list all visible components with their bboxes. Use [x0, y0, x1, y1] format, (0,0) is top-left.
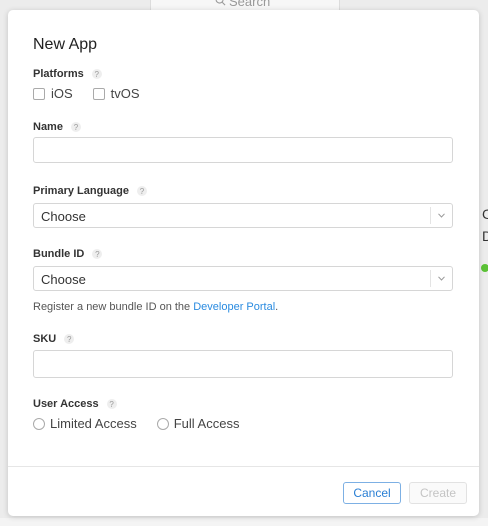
platform-ios-checkbox[interactable]: iOS — [33, 86, 73, 101]
hint-text: Register a new bundle ID on the — [33, 301, 194, 313]
platforms-label-text: Platforms — [33, 68, 84, 80]
help-icon[interactable]: ? — [70, 122, 81, 132]
platforms-label: Platforms ? — [33, 68, 102, 80]
name-label-text: Name — [33, 121, 63, 133]
primary-language-value: Choose — [41, 209, 86, 224]
bundle-id-label: Bundle ID ? — [33, 248, 103, 260]
bundle-id-label-text: Bundle ID — [33, 248, 85, 260]
bundle-id-select[interactable]: Choose — [33, 266, 453, 291]
limited-access-label: Limited Access — [50, 416, 137, 431]
bundle-id-value: Choose — [41, 272, 86, 287]
search-icon — [215, 0, 226, 9]
background-side-text: C — [482, 206, 488, 222]
platform-tvos-checkbox[interactable]: tvOS — [92, 86, 140, 101]
status-dot — [481, 264, 488, 272]
full-access-label: Full Access — [173, 416, 240, 431]
help-icon[interactable]: ? — [91, 69, 102, 79]
name-input[interactable] — [33, 137, 453, 163]
help-icon[interactable]: ? — [64, 334, 75, 344]
radio-icon[interactable] — [33, 417, 45, 430]
radio-icon[interactable] — [156, 417, 169, 430]
primary-language-label-text: Primary Language — [33, 185, 129, 197]
developer-portal-link[interactable]: Developer Portal — [193, 301, 275, 313]
user-access-label: User Access ? — [33, 398, 117, 410]
checkbox-icon[interactable] — [92, 87, 105, 100]
limited-access-radio[interactable]: Limited Access — [33, 416, 137, 431]
dialog-title: New App — [33, 36, 98, 53]
background-footer — [0, 518, 488, 526]
platform-ios-label: iOS — [51, 86, 73, 101]
sku-label: SKU ? — [33, 333, 75, 345]
checkbox-icon[interactable] — [33, 87, 45, 100]
name-label: Name ? — [33, 121, 81, 133]
bundle-id-hint: Register a new bundle ID on the Develope… — [33, 301, 278, 313]
sku-input[interactable] — [33, 350, 453, 378]
create-button[interactable]: Create — [409, 482, 467, 504]
sku-label-text: SKU — [33, 333, 57, 345]
new-app-dialog: New App Platforms ? iOS tvOS Name ? Prim… — [8, 10, 479, 516]
platform-tvos-label: tvOS — [110, 86, 140, 101]
full-access-radio[interactable]: Full Access — [156, 416, 240, 431]
primary-language-select[interactable]: Choose — [33, 203, 453, 228]
help-icon[interactable]: ? — [92, 249, 103, 259]
chevron-down-icon[interactable] — [430, 207, 452, 224]
help-icon[interactable]: ? — [136, 186, 147, 196]
background-side-text: D — [482, 228, 488, 244]
primary-language-label: Primary Language ? — [33, 185, 147, 197]
hint-suffix: . — [275, 301, 279, 313]
chevron-down-icon[interactable] — [430, 270, 452, 287]
platforms-options: iOS tvOS — [33, 86, 160, 101]
cancel-button[interactable]: Cancel — [343, 482, 401, 504]
footer-divider — [8, 466, 479, 467]
user-access-label-text: User Access — [33, 398, 99, 410]
search-placeholder: Search — [229, 0, 271, 9]
help-icon[interactable]: ? — [106, 399, 117, 409]
user-access-options: Limited Access Full Access — [33, 416, 259, 431]
